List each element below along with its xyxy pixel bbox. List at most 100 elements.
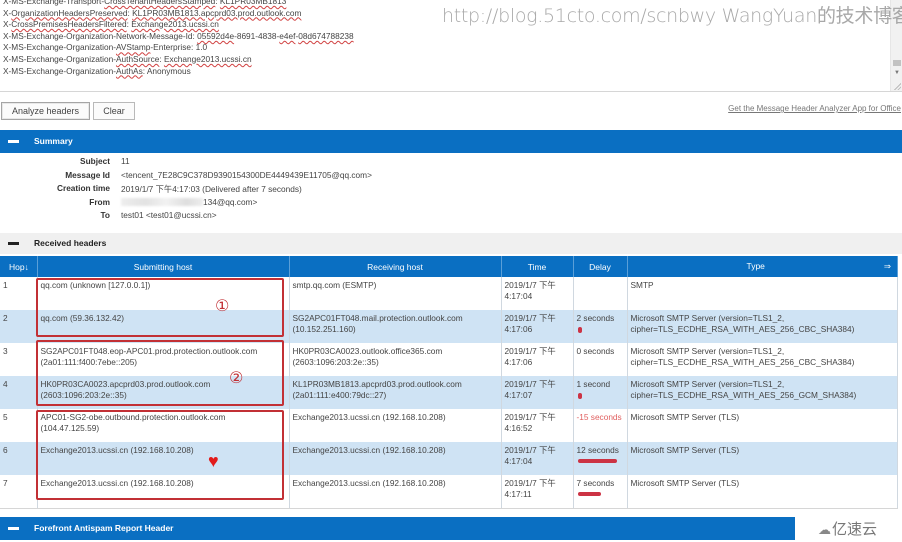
type-cell-text: Microsoft SMTP Server (TLS)	[630, 445, 740, 455]
summary-panel: Subject 11 Message Id <tencent_7E28C9C37…	[0, 156, 902, 224]
delay-cell	[573, 277, 628, 310]
type-cell-text: SMTP	[630, 280, 654, 290]
type-cell-text: Microsoft SMTP Server (TLS)	[630, 412, 740, 422]
receiving-host-cell-text: Exchange2013.ucssi.cn (192.168.10.208)	[292, 478, 446, 488]
spellcheck-underlined-text: AuthSource	[115, 53, 160, 64]
summary-title: Summary	[34, 136, 73, 146]
submitting-host-cell: qq.com (59.36.132.42)	[37, 310, 290, 343]
header-text: -8691-4838-	[234, 30, 280, 41]
receiving-host-cell: Exchange2013.ucssi.cn (192.168.10.208)	[289, 442, 502, 475]
submitting-host-cell-text: qq.com (59.36.132.42)	[40, 313, 124, 323]
scroll-thumb[interactable]	[893, 60, 901, 66]
type-cell: Microsoft SMTP Server (version=TLS1_2, c…	[627, 310, 898, 343]
column-header-delay[interactable]: Delay	[573, 256, 628, 277]
delay-cell-text: 2 seconds	[576, 313, 615, 323]
header-text: X-MS-Exchange-Organization-Network-Messa…	[3, 30, 198, 41]
cloud-logo-icon: ☁	[818, 523, 831, 538]
summary-value: <tencent_7E28C9C378D9390154300DE4449439E…	[121, 169, 372, 180]
get-app-link[interactable]: Get the Message Header Analyzer App for …	[728, 104, 901, 113]
header-text: X-MS-Exchange-Organization-	[3, 65, 116, 76]
header-text: X-MS-Exchange-Transport-	[3, 0, 105, 6]
resize-grip-icon[interactable]	[893, 82, 901, 90]
spellcheck-underlined-text: Exchange2013.ucssi.cn	[163, 53, 252, 64]
receiving-host-cell-text: smtp.qq.com (ESMTP)	[292, 280, 377, 290]
delay-cell: -15 seconds	[573, 409, 628, 442]
summary-label: From	[89, 196, 110, 207]
time-cell: 2019/1/7 下午 4:17:06	[501, 310, 574, 343]
table-row: 6 Exchange2013.ucssi.cn (192.168.10.208) E…	[0, 442, 898, 475]
type-cell: Microsoft SMTP Server (TLS)	[627, 409, 898, 442]
delay-cell-text: 0 seconds	[576, 346, 615, 356]
clear-button[interactable]: Clear	[93, 102, 135, 120]
summary-row-subject: Subject 11	[0, 156, 902, 170]
delay-cell: 1 second	[573, 376, 628, 409]
analyze-headers-button[interactable]: Analyze headers	[1, 102, 90, 120]
hop-cell-text: 4	[3, 379, 8, 389]
type-cell: SMTP	[627, 277, 898, 310]
scroll-down-icon[interactable]: ▼	[893, 69, 901, 77]
delay-cell-text: 12 seconds	[576, 445, 619, 455]
delay-bar	[577, 327, 582, 333]
type-cell-text: Microsoft SMTP Server (version=TLS1_2, c…	[630, 379, 857, 400]
submitting-host-cell: HK0PR03CA0023.apcprd03.prod.outlook.com …	[37, 376, 290, 409]
header-text-lines: X-MS-Exchange-Transport-CrossTenantHeade…	[3, 0, 354, 77]
submitting-host-cell-text: SG2APC01FT048.eop-APC01.prod.protection.…	[40, 346, 258, 367]
summary-value: test01 <test01@ucssi.cn>	[121, 210, 217, 220]
table-header-row: Hop↓ Submitting host Receiving host Time…	[0, 256, 898, 277]
submitting-host-cell-text: Exchange2013.ucssi.cn (192.168.10.208)	[40, 445, 194, 455]
spellcheck-underlined-text: CrossTenantHeadersStamped	[104, 0, 216, 6]
submitting-host-cell-text: HK0PR03CA0023.apcprd03.prod.outlook.com …	[40, 379, 211, 400]
header-text: : Anonymous	[142, 65, 191, 76]
received-headers-section-header[interactable]: Received headers	[0, 233, 902, 254]
time-cell-text: 2019/1/7 下午 4:17:07	[504, 379, 556, 400]
summary-label: Message Id	[65, 169, 110, 180]
delay-cell-text: 1 second	[576, 379, 611, 389]
spellcheck-underlined-text: KL1PR03MB1813.apcprd03.prod.outlook.com	[132, 7, 302, 18]
hop-cell-text: 2	[3, 313, 8, 323]
column-header-hop[interactable]: Hop↓	[0, 256, 38, 277]
annotation-number-2: ②	[229, 368, 244, 387]
logo-text: 亿速云	[832, 520, 878, 538]
delay-cell: 2 seconds	[573, 310, 628, 343]
collapse-icon[interactable]	[8, 140, 19, 143]
receiving-host-cell-text: KL1PR03MB1813.apcprd03.prod.outlook.com …	[292, 379, 462, 400]
time-cell: 2019/1/7 下午 4:17:04	[501, 442, 574, 475]
column-header-submitting-host[interactable]: Submitting host	[37, 256, 290, 277]
collapse-icon[interactable]	[8, 242, 19, 245]
hop-cell-text: 7	[3, 478, 8, 488]
submitting-host-cell: Exchange2013.ucssi.cn (192.168.10.208)	[37, 475, 290, 509]
summary-row-creation-time: Creation time 2019/1/7 下午4:17:03 (Delive…	[0, 183, 902, 197]
expand-arrow-icon[interactable]: ⇒	[884, 261, 891, 272]
summary-row-from: From 134@qq.com>	[0, 197, 902, 211]
header-line: X-MS-Exchange-Organization-AuthAs: Anony…	[3, 66, 354, 78]
hop-cell-text: 6	[3, 445, 8, 455]
type-cell: Microsoft SMTP Server (TLS)	[627, 475, 898, 509]
column-header-type[interactable]: Type ⇒	[627, 256, 898, 277]
delay-bar	[577, 393, 582, 399]
hop-cell: 6	[0, 442, 38, 475]
table-row: 4 HK0PR03CA0023.apcprd03.prod.outlook.com…	[0, 376, 898, 409]
summary-value: 134@qq.com>	[203, 196, 258, 207]
summary-label: Creation time	[56, 183, 110, 193]
table-row: 1 qq.com (unknown [127.0.0.1]) smtp.qq.com…	[0, 277, 898, 310]
delay-cell-text: 7 seconds	[576, 478, 615, 488]
column-header-time[interactable]: Time	[501, 256, 574, 277]
column-header-receiving-host[interactable]: Receiving host	[289, 256, 502, 277]
submitting-host-cell: qq.com (unknown [127.0.0.1])	[37, 277, 290, 310]
hop-cell-text: 1	[3, 280, 8, 290]
table-row: 7 Exchange2013.ucssi.cn (192.168.10.208) E…	[0, 475, 898, 509]
spellcheck-underlined-text: OrganizationHeadersPreserved	[11, 7, 128, 18]
heart-icon: ♥	[208, 451, 219, 471]
time-cell-text: 2019/1/7 下午 4:17:04	[504, 280, 556, 301]
spellcheck-underlined-text: AuthAs	[115, 65, 143, 76]
time-cell-text: 2019/1/7 下午 4:17:06	[504, 313, 556, 334]
receiving-host-cell: KL1PR03MB1813.apcprd03.prod.outlook.com …	[289, 376, 502, 409]
summary-section-header[interactable]: Summary	[0, 130, 902, 153]
redacted-blur	[121, 197, 203, 206]
summary-row-to: To test01 <test01@ucssi.cn>	[0, 210, 902, 224]
collapse-icon[interactable]	[8, 527, 19, 530]
summary-value: 2019/1/7 下午4:17:03 (Delivered after 7 se…	[121, 184, 302, 194]
forefront-section-header[interactable]: Forefront Antispam Report Header	[0, 517, 795, 540]
spellcheck-underlined-text: CrossPremisesHeadersFiltered	[11, 19, 127, 30]
type-cell-text: Microsoft SMTP Server (version=TLS1_2, c…	[630, 346, 855, 367]
